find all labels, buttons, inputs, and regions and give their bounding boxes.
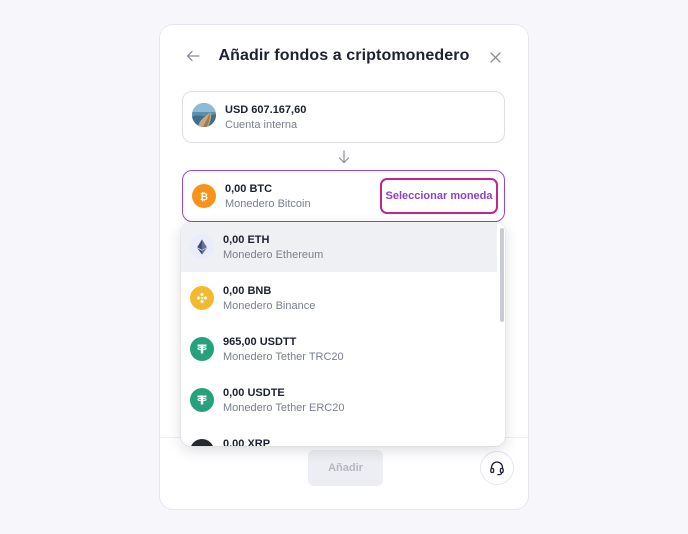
close-button[interactable] [484, 46, 506, 68]
source-label: Cuenta interna [225, 119, 298, 131]
account-avatar [192, 103, 216, 127]
svg-text:₿: ₿ [200, 191, 208, 202]
option-amount: 0,00 USDTE [223, 387, 285, 399]
wallet-label: Monedero Bitcoin [225, 198, 311, 210]
binance-icon [190, 286, 214, 310]
wallet-option-bnb[interactable]: 0,00 BNB Monedero Binance [181, 273, 497, 323]
bitcoin-icon: ₿ [192, 184, 216, 208]
option-amount: 965,00 USDTT [223, 336, 297, 348]
target-wallet[interactable]: ₿ 0,00 BTC Monedero Bitcoin Seleccionar … [182, 170, 505, 222]
source-account[interactable]: USD 607.167,60 Cuenta interna [182, 91, 505, 143]
option-amount: 0,00 ETH [223, 234, 270, 246]
dropdown-scrollbar[interactable] [500, 228, 504, 322]
select-currency-button[interactable]: Seleccionar moneda [380, 178, 498, 214]
xrp-icon [190, 439, 214, 446]
arrow-down-icon [337, 149, 351, 165]
option-label: Monedero Binance [223, 300, 316, 312]
option-label: Monedero Tether ERC20 [223, 402, 345, 414]
wallet-amount: 0,00 BTC [225, 183, 273, 195]
option-label: Monedero Ethereum [223, 249, 324, 261]
support-button[interactable] [480, 451, 514, 485]
option-amount: 0,00 BNB [223, 285, 272, 297]
tether-icon [190, 337, 214, 361]
add-button[interactable]: Añadir [308, 450, 383, 486]
headset-icon [490, 461, 504, 476]
wallet-option-usdtt[interactable]: 965,00 USDTT Monedero Tether TRC20 [181, 324, 497, 374]
dialog-header: Añadir fondos a criptomonedero [160, 25, 528, 89]
tether-icon [190, 388, 214, 412]
close-icon [489, 51, 501, 63]
option-label: Monedero Tether TRC20 [223, 351, 344, 363]
source-amount: USD 607.167,60 [225, 104, 307, 116]
dialog-title: Añadir fondos a criptomonedero [218, 47, 470, 64]
wallet-option-xrp[interactable]: 0,00 XRP [181, 426, 497, 446]
currency-dropdown[interactable]: 0,00 ETH Monedero Ethereum 0,00 BNB Mone… [181, 222, 505, 446]
ethereum-icon [190, 235, 214, 259]
wallet-option-usdte[interactable]: 0,00 USDTE Monedero Tether ERC20 [181, 375, 497, 425]
option-amount: 0,00 XRP [223, 438, 271, 446]
wallet-option-eth[interactable]: 0,00 ETH Monedero Ethereum [181, 222, 497, 272]
